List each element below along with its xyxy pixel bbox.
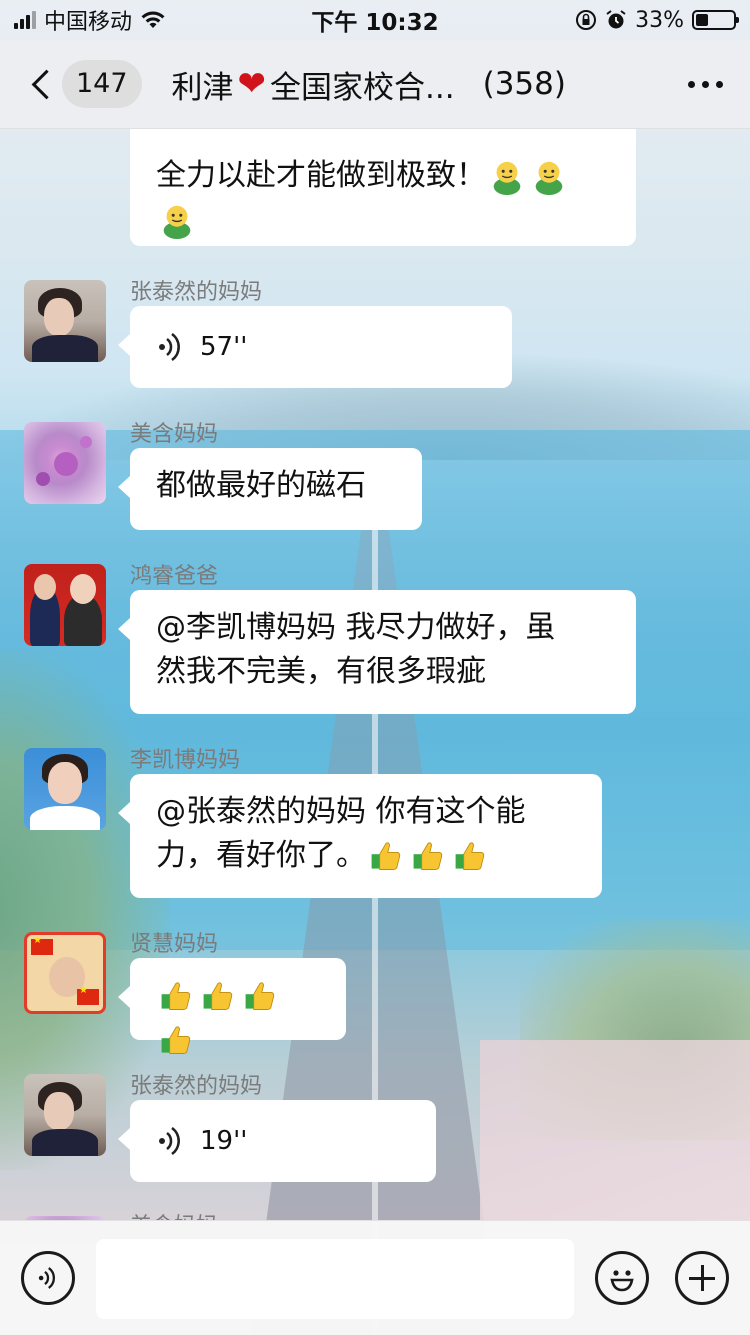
chat-title-text: 全国家校合... [270, 69, 455, 106]
sender-name: 李凯博妈妈 [130, 748, 241, 773]
message-text: @张泰然的妈妈 你有这个能 [156, 794, 526, 829]
avatar[interactable] [24, 932, 106, 1014]
message-input[interactable] [96, 1239, 574, 1319]
avatar[interactable] [24, 422, 106, 504]
more-options-button[interactable] [660, 80, 750, 88]
emoji-button[interactable] [595, 1251, 649, 1305]
avatar[interactable] [24, 280, 106, 362]
back-button[interactable] [22, 40, 62, 128]
avatar[interactable] [24, 1074, 106, 1156]
message-text: 然我不完美，有很多瑕疵 [156, 654, 486, 689]
thumbs-up-icon [158, 978, 196, 1016]
emoji-message-bubble[interactable] [118, 958, 346, 1054]
message-bubble[interactable]: @李凯博妈妈 我尽力做好，虽 然我不完美，有很多瑕疵 [118, 590, 636, 714]
message-input-bar [0, 1220, 750, 1335]
sender-name: 鸿睿爸爸 [130, 564, 219, 589]
sender-name: 美含妈妈 [130, 1208, 218, 1220]
chat-header: 147 利津 ❤ 全国家校合... (358) [0, 40, 750, 129]
message-text: 全力以赴才能做到极致！ [156, 158, 486, 193]
message-text: 力，看好你了。 [156, 838, 366, 873]
more-dots-icon [687, 80, 695, 88]
voice-wave-icon [38, 1267, 56, 1289]
carrier-label: 中国移动 [44, 10, 133, 35]
chat-message-list[interactable]: 全力以赴才能做到极致！ 张泰然的妈妈 57'' 美含妈妈 都做最好的磁石 鸿睿爸… [0, 128, 750, 1220]
thumbs-up-icon [410, 838, 448, 876]
member-count: (358) [482, 66, 566, 102]
message-bubble[interactable]: 全力以赴才能做到极致！ [130, 128, 636, 246]
message-text: 都做最好的磁石 [156, 468, 366, 503]
thumbs-up-icon [200, 978, 238, 1016]
smiley-icon [610, 1270, 634, 1292]
status-bar: 中国移动 下午 10:32 33% [0, 0, 750, 40]
wifi-icon [141, 11, 165, 28]
voice-wave-icon [159, 1126, 180, 1156]
battery-icon [692, 10, 739, 30]
grinning-emoji-icon [158, 202, 196, 240]
sender-name: 张泰然的妈妈 [130, 280, 263, 305]
add-attachment-button[interactable] [675, 1251, 729, 1305]
message-bubble[interactable]: @张泰然的妈妈 你有这个能 力，看好你了。 [118, 774, 602, 898]
heart-icon: ❤ [237, 64, 267, 104]
thumbs-up-icon [368, 838, 406, 876]
grinning-emoji-icon [530, 158, 568, 196]
chat-title-prefix: 利津 [171, 69, 234, 106]
chevron-left-icon [31, 69, 61, 99]
sender-name: 贤慧妈妈 [130, 932, 219, 957]
signal-icon [14, 11, 36, 29]
sender-name: 美含妈妈 [130, 422, 219, 447]
voice-duration: 19'' [200, 1126, 248, 1156]
thumbs-up-icon [242, 978, 280, 1016]
message-bubble[interactable]: 都做最好的磁石 [118, 448, 422, 530]
avatar[interactable] [24, 564, 106, 646]
voice-wave-icon [159, 332, 180, 362]
alarm-icon [606, 10, 626, 29]
chat-title: 利津 ❤ 全国家校合... (358) [172, 62, 660, 107]
avatar[interactable] [24, 748, 106, 830]
voice-message-bubble[interactable]: 19'' [118, 1100, 436, 1182]
grinning-emoji-icon [488, 158, 526, 196]
sender-name: 张泰然的妈妈 [130, 1074, 263, 1099]
thumbs-up-icon [158, 1022, 196, 1060]
thumbs-up-icon [452, 838, 490, 876]
battery-percent: 33% [635, 7, 684, 33]
message-text: @李凯博妈妈 我尽力做好，虽 [156, 610, 556, 645]
plus-icon [689, 1265, 715, 1291]
unread-count-badge[interactable]: 147 [62, 60, 142, 108]
voice-input-button[interactable] [21, 1251, 75, 1305]
orientation-lock-icon [576, 10, 597, 30]
voice-duration: 57'' [200, 332, 248, 362]
voice-message-bubble[interactable]: 57'' [118, 306, 512, 388]
